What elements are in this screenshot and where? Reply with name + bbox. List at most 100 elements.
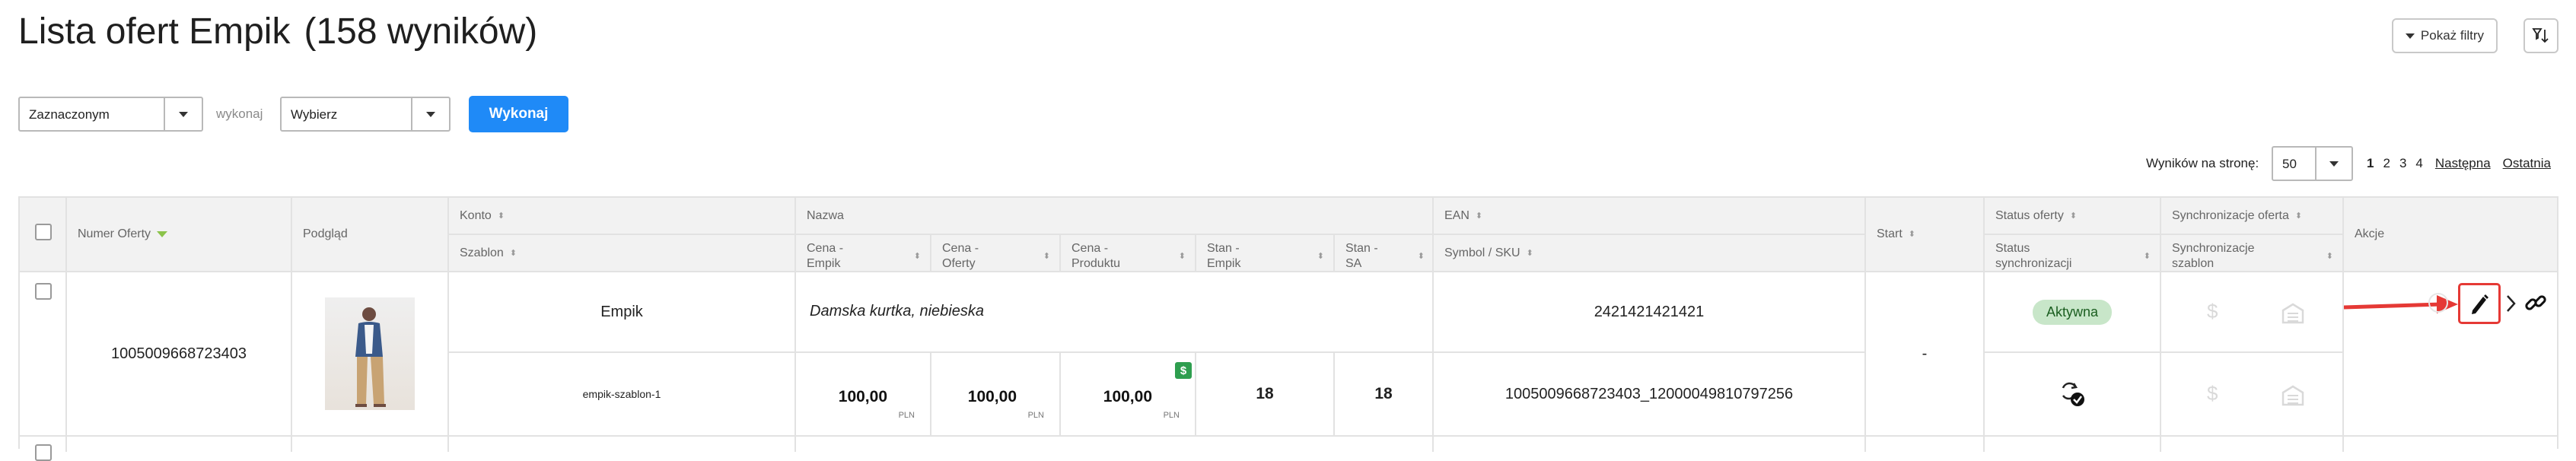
- select-all-checkbox[interactable]: [35, 224, 52, 240]
- last-page-link[interactable]: Ostatnia: [2503, 156, 2551, 171]
- header-name-content: Nazwa: [807, 208, 844, 224]
- next-row-cell: [796, 437, 1434, 452]
- action-select[interactable]: Wybierz: [280, 97, 451, 132]
- caret-down-icon: [179, 111, 188, 117]
- per-page-toggle[interactable]: [2315, 148, 2352, 180]
- header-template[interactable]: Szablon ⬍: [449, 235, 796, 272]
- product-name: Damska kurtka, niebieska: [810, 303, 984, 320]
- link-button[interactable]: [2520, 288, 2551, 318]
- show-filters-button[interactable]: Pokaż filtry: [2392, 18, 2498, 53]
- header-symbol-sku-content: Symbol / SKU ⬍: [1444, 246, 1533, 261]
- chevron-right-icon: [2507, 295, 2516, 312]
- header-price-empik-label: Cena - Empik: [807, 242, 844, 270]
- header-account-content: Konto ⬍: [460, 208, 505, 224]
- header-account[interactable]: Konto ⬍: [449, 198, 796, 235]
- header-price-product[interactable]: Cena - Produktu ⬍: [1061, 235, 1196, 272]
- scope-select[interactable]: Zaznaczonym: [18, 97, 203, 132]
- sort-icon: ⬍: [913, 252, 921, 261]
- header-price-product-label: Cena - Produktu: [1071, 242, 1121, 270]
- next-row-cell: [449, 437, 796, 452]
- header-price-offer[interactable]: Cena - Oferty ⬍: [931, 235, 1061, 272]
- header-offer-number[interactable]: Numer Oferty: [67, 198, 292, 272]
- row-select-cell: [20, 272, 67, 437]
- header-symbol-sku[interactable]: Symbol / SKU ⬍: [1434, 235, 1866, 272]
- next-page-link[interactable]: Następna: [2435, 156, 2491, 171]
- header-symbol-sku-label: Symbol / SKU: [1444, 246, 1520, 259]
- price-offer-cell: 100,00 PLN: [931, 353, 1061, 437]
- stock-empik-cell: 18: [1196, 353, 1335, 437]
- action-select-toggle[interactable]: [411, 98, 449, 130]
- header-sync-offer[interactable]: Synchronizacje oferta ⬍: [2161, 198, 2344, 235]
- price-offer-currency: PLN: [1027, 411, 1044, 420]
- dollar-icon[interactable]: $: [2207, 382, 2218, 405]
- product-thumbnail[interactable]: [325, 297, 415, 410]
- offers-table: Numer Oferty Podgląd Konto ⬍ Szablon ⬍ Naz…: [18, 196, 2558, 461]
- expand-button[interactable]: [2504, 291, 2519, 316]
- per-page-label: Wyników na stronę:: [2146, 156, 2259, 170]
- product-photo-icon: [355, 307, 386, 407]
- row-checkbox[interactable]: [35, 444, 52, 461]
- header-name-label: Nazwa: [807, 209, 844, 222]
- stock-empik: 18: [1256, 385, 1274, 402]
- sort-icon: ⬍: [1417, 252, 1425, 261]
- stock-sa-cell: 18: [1335, 353, 1434, 437]
- start-cell: -: [1866, 272, 1985, 437]
- status-badge: Aktywna: [2032, 299, 2113, 325]
- page-link-1[interactable]: 1: [2367, 156, 2374, 171]
- account-cell: Empik: [449, 272, 796, 353]
- sync-offer-cell: $: [2161, 272, 2344, 353]
- header-sync-status-content: Status synchronizacji ⬍: [1995, 241, 2151, 272]
- header-offer-status-content: Status oferty ⬍: [1995, 208, 2077, 224]
- header-ean-label: EAN: [1444, 209, 1469, 222]
- page-link-2[interactable]: 2: [2383, 156, 2390, 171]
- header-start[interactable]: Start ⬍: [1866, 198, 1985, 272]
- template-name: empik-szablon-1: [582, 388, 661, 400]
- header-name: Nazwa: [796, 198, 1434, 235]
- dollar-badge-icon[interactable]: $: [1175, 362, 1192, 379]
- account-name: Empik: [600, 303, 643, 320]
- more-icon-faded[interactable]: [2423, 288, 2453, 318]
- warehouse-icon[interactable]: [2281, 303, 2304, 324]
- header-sync-offer-content: Synchronizacje oferta ⬍: [2172, 208, 2302, 224]
- scope-select-toggle[interactable]: [164, 98, 202, 130]
- show-filters-label: Pokaż filtry: [2420, 28, 2485, 43]
- edit-button[interactable]: [2458, 283, 2501, 324]
- header-price-offer-content: Cena - Oferty ⬍: [942, 241, 1050, 272]
- header-start-label: Start: [1877, 227, 1903, 240]
- header-offer-number-content: Numer Oferty: [78, 227, 168, 242]
- header-ean-content: EAN ⬍: [1444, 208, 1482, 224]
- header-preview-label: Podgląd: [303, 227, 348, 240]
- header-actions-label: Akcje: [2355, 227, 2385, 240]
- per-page-select[interactable]: 50: [2272, 146, 2353, 181]
- header-template-content: Szablon ⬍: [460, 246, 517, 261]
- price-empik-currency: PLN: [898, 411, 915, 420]
- header-sync-template-content: Synchronizacje szablon ⬍: [2172, 241, 2333, 272]
- header-price-offer-label: Cena - Oferty: [942, 242, 979, 270]
- header-stock-sa[interactable]: Stan - SA ⬍: [1335, 235, 1434, 272]
- page-link-3[interactable]: 3: [2399, 156, 2406, 171]
- header-sync-template[interactable]: Synchronizacje szablon ⬍: [2161, 235, 2344, 272]
- warehouse-icon[interactable]: [2281, 385, 2304, 406]
- sync-check-icon[interactable]: [2057, 379, 2087, 409]
- sync-template-cell: $: [2161, 353, 2344, 437]
- header-offer-status[interactable]: Status oferty ⬍: [1985, 198, 2161, 235]
- header-stock-empik-content: Stan - Empik ⬍: [1207, 241, 1324, 272]
- header-price-empik[interactable]: Cena - Empik ⬍: [796, 235, 931, 272]
- row-checkbox[interactable]: [35, 283, 52, 300]
- sort-filter-button[interactable]: [2523, 18, 2558, 53]
- header-sync-status[interactable]: Status synchronizacji ⬍: [1985, 235, 2161, 272]
- header-ean[interactable]: EAN ⬍: [1434, 198, 1866, 235]
- run-action-button[interactable]: Wykonaj: [469, 96, 568, 132]
- page-link-4[interactable]: 4: [2415, 156, 2422, 171]
- header-actions-content: Akcje: [2355, 227, 2384, 242]
- dollar-icon[interactable]: $: [2207, 300, 2218, 323]
- template-cell: empik-szablon-1: [449, 353, 796, 437]
- header-stock-empik[interactable]: Stan - Empik ⬍: [1196, 235, 1335, 272]
- circle-icon: [2428, 293, 2448, 313]
- header-price-empik-content: Cena - Empik ⬍: [807, 241, 921, 272]
- sort-desc-icon: [157, 231, 168, 237]
- caret-down-icon: [2329, 161, 2339, 167]
- offer-number-cell: 1005009668723403: [67, 272, 292, 437]
- sort-icon: ⬍: [2326, 252, 2333, 261]
- sort-filter-icon: [2532, 28, 2549, 43]
